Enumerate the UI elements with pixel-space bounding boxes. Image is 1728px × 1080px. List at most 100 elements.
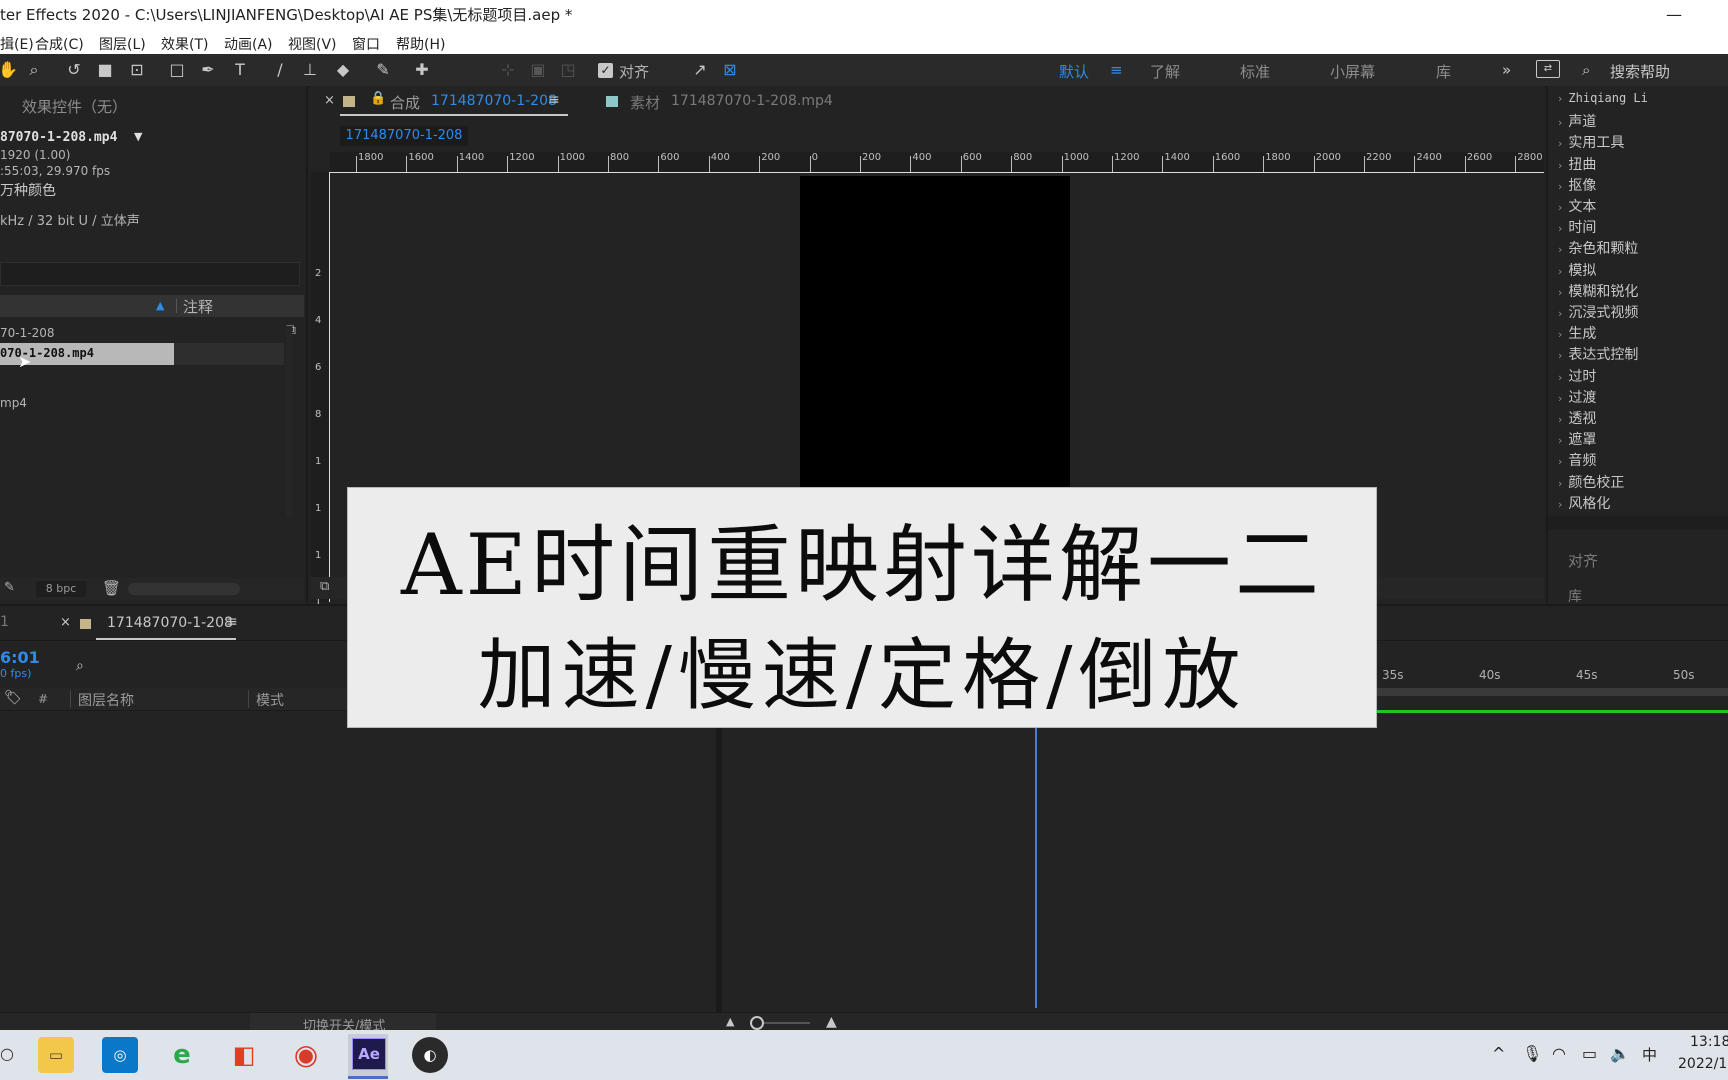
interpret-icon[interactable]: ✎ [4, 580, 15, 595]
mode-column[interactable]: 模式 [256, 690, 284, 710]
align-panel-title[interactable]: 对齐 [1568, 550, 1598, 571]
trash-icon[interactable]: 🗑 [102, 579, 121, 597]
align-checkbox[interactable]: ✓ [598, 63, 613, 78]
workspace-standard[interactable]: 标准 [1240, 61, 1270, 82]
project-scrollbar[interactable] [128, 583, 240, 595]
pen-tool-icon[interactable]: ✒ [196, 58, 220, 82]
timeline-search-icon[interactable]: ⌕ [76, 658, 84, 674]
project-item-mp4[interactable]: mp4 [0, 396, 27, 410]
rotate-tool-icon[interactable]: ↺ [62, 58, 86, 82]
effect-category[interactable]: › Zhiqiang Li [1558, 90, 1648, 106]
sync-settings-icon[interactable]: ⇄ [1536, 60, 1560, 78]
effect-category[interactable]: › 实用工具 [1558, 132, 1624, 152]
chevron-right-icon[interactable]: › [1558, 328, 1562, 341]
timeline-tab-menu-icon[interactable]: ≡ [226, 614, 238, 630]
edge-icon[interactable]: e [164, 1037, 200, 1073]
minimize-button[interactable]: — [1666, 0, 1682, 30]
zoom-tool-icon[interactable]: ⌕ [22, 58, 46, 82]
effect-category[interactable]: › 扭曲 [1558, 154, 1596, 174]
effect-category[interactable]: › 遮罩 [1558, 429, 1596, 449]
workspace-learn[interactable]: 了解 [1150, 61, 1180, 82]
menu-animation[interactable]: 动画(A) [224, 34, 273, 54]
effect-category[interactable]: › 过渡 [1558, 387, 1596, 407]
effect-category[interactable]: › 透视 [1558, 408, 1596, 428]
chevron-right-icon[interactable]: › [1558, 349, 1562, 362]
puppet-pin-tool-icon[interactable]: ✚ [410, 58, 434, 82]
render-queue-tab[interactable]: 1 [0, 614, 9, 630]
ae-taskbar-active[interactable]: Ae [348, 1034, 388, 1079]
clone-stamp-tool-icon[interactable]: ⊥ [298, 58, 322, 82]
menu-layer[interactable]: 图层(L) [99, 34, 146, 54]
tray-chevron-icon[interactable]: ^ [1492, 1044, 1505, 1063]
clock-date[interactable]: 2022/1 [1678, 1056, 1727, 1072]
effect-category[interactable]: › 模糊和锐化 [1558, 281, 1638, 301]
effect-category[interactable]: › 杂色和颗粒 [1558, 238, 1638, 258]
chevron-right-icon[interactable]: › [1558, 116, 1562, 129]
menu-help[interactable]: 帮助(H) [396, 34, 445, 54]
effect-controls-title[interactable]: 效果控件（无） [22, 96, 127, 117]
eraser-tool-icon[interactable]: ◆ [331, 58, 355, 82]
rectangle-tool-icon[interactable]: □ [165, 58, 189, 82]
chevron-right-icon[interactable]: › [1558, 243, 1562, 256]
comp-tab-label[interactable]: 合成 [390, 92, 420, 113]
close-timeline-tab-icon[interactable]: × [60, 615, 71, 630]
snap-icon[interactable]: ↗ [688, 58, 712, 82]
dell-icon[interactable]: ◎ [102, 1037, 138, 1073]
lock-icon[interactable]: 🔒 [370, 91, 386, 106]
chevron-right-icon[interactable]: › [1558, 265, 1562, 278]
menu-effect[interactable]: 效果(T) [161, 34, 208, 54]
effect-category[interactable]: › 沉浸式视频 [1558, 302, 1638, 322]
effect-category[interactable]: › 抠像 [1558, 175, 1596, 195]
effect-category[interactable]: › 颜色校正 [1558, 472, 1624, 492]
search-taskbar-icon[interactable]: ○ [0, 1044, 14, 1063]
pan-behind-tool-icon[interactable]: ⊡ [125, 58, 149, 82]
bpc-button[interactable]: 8 bpc [36, 581, 86, 597]
office-icon[interactable]: ◧ [226, 1037, 262, 1073]
zoom-out-icon[interactable]: ▲ [726, 1015, 734, 1028]
effect-category[interactable]: › 时间 [1558, 217, 1596, 237]
battery-icon[interactable]: ▭ [1582, 1044, 1597, 1063]
text-tool-icon[interactable]: T [228, 58, 252, 82]
workspace-libraries[interactable]: 库 [1436, 61, 1451, 82]
hand-tool-icon[interactable]: ✋ [0, 58, 20, 82]
timeline-comp-name[interactable]: 171487070-1-208 [107, 615, 233, 631]
effect-category[interactable]: › 生成 [1558, 323, 1596, 343]
chevron-right-icon[interactable]: › [1558, 434, 1562, 447]
playhead[interactable] [1035, 728, 1037, 1008]
chevron-right-icon[interactable]: › [1558, 371, 1562, 384]
effect-category[interactable]: › 过时 [1558, 366, 1596, 386]
comment-column[interactable]: 注释 [183, 296, 213, 317]
footage-tab-label[interactable]: 素材 [630, 92, 660, 113]
workspace-menu-icon[interactable]: ≡ [1110, 61, 1123, 79]
microphone-icon[interactable]: 🎙 [1522, 1044, 1542, 1063]
menu-view[interactable]: 视图(V) [288, 34, 337, 54]
effect-category[interactable]: › 风格化 [1558, 493, 1610, 513]
chevron-right-icon[interactable]: › [1558, 477, 1562, 490]
search-help-input[interactable]: 搜索帮助 [1610, 61, 1670, 82]
project-item-comp[interactable]: 70-1-208 [0, 326, 54, 340]
menu-composition[interactable]: 合成(C) [35, 34, 84, 54]
workspace-default[interactable]: 默认 [1059, 61, 1089, 82]
wifi-icon[interactable]: ◠ [1552, 1044, 1566, 1063]
obs-icon[interactable]: ◐ [412, 1037, 448, 1073]
workspace-small-screen[interactable]: 小屏幕 [1330, 61, 1375, 82]
timecode[interactable]: 6:01 [0, 648, 40, 667]
chevron-right-icon[interactable]: › [1558, 286, 1562, 299]
chevron-right-icon[interactable]: › [1558, 498, 1562, 511]
chevron-right-icon[interactable]: › [1558, 455, 1562, 468]
brush-tool-icon[interactable]: / [268, 58, 292, 82]
footage-tab-name[interactable]: 171487070-1-208.mp4 [671, 93, 833, 109]
project-search-input[interactable] [0, 262, 300, 286]
chrome-icon[interactable]: ◉ [288, 1037, 324, 1073]
library-panel-title[interactable]: 库 [1568, 586, 1582, 606]
menu-window[interactable]: 窗口 [352, 34, 380, 54]
effect-category[interactable]: › 表达式控制 [1558, 344, 1638, 364]
chevron-right-icon[interactable]: › [1558, 180, 1562, 193]
roto-brush-tool-icon[interactable]: ✎ [371, 58, 395, 82]
effect-category[interactable]: › 音频 [1558, 450, 1596, 470]
effect-category[interactable]: › 文本 [1558, 196, 1596, 216]
sort-up-icon[interactable]: ▲ [156, 299, 164, 312]
ime-indicator[interactable]: 中 [1642, 1044, 1657, 1065]
chevron-right-icon[interactable]: › [1558, 137, 1562, 150]
chevron-right-icon[interactable]: › [1558, 201, 1562, 214]
